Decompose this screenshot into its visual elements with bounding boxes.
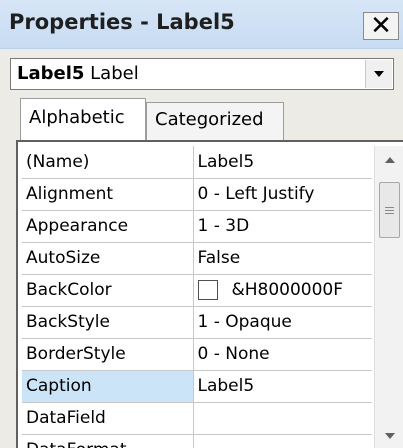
chevron-down-icon [384,433,395,439]
object-selector[interactable]: Label5 Label [10,58,394,90]
scroll-up-button[interactable] [375,146,403,174]
chevron-up-icon [384,157,395,163]
vertical-scrollbar[interactable] [374,146,403,448]
tab-alphabetic[interactable]: Alphabetic [20,98,146,140]
property-row[interactable]: AutoSize False [22,242,372,275]
property-value[interactable]: 0 - None [193,338,372,371]
object-type: Label [90,63,139,84]
property-value[interactable]: &H8000000F [193,274,372,307]
property-name: DataField [22,402,194,435]
property-name: DataFormat [22,434,194,448]
property-row[interactable]: Alignment 0 - Left Justify [22,178,372,211]
property-grid: (Name) Label5 Alignment 0 - Left Justify… [22,146,372,448]
property-name: AutoSize [22,242,194,275]
property-name: BackStyle [22,306,194,339]
title-bar[interactable]: Properties - Label5 ✕ [0,0,403,49]
property-row[interactable]: (Name) Label5 [22,146,372,179]
grip-line [385,209,394,211]
close-icon: ✕ [370,11,392,41]
property-name: Alignment [22,178,194,211]
object-selector-text: Label5 Label [17,63,139,84]
object-selector-dropdown-button[interactable] [365,60,392,88]
property-value[interactable] [193,402,372,435]
scrollbar-thumb[interactable] [379,182,400,238]
property-name: Appearance [22,210,194,243]
property-row[interactable]: Appearance 1 - 3D [22,210,372,243]
grip-line [385,212,394,214]
scroll-down-button[interactable] [375,422,403,448]
property-value[interactable]: Label5 [193,370,372,403]
property-value[interactable]: 1 - Opaque [193,306,372,339]
property-value-text: &H8000000F [231,280,344,300]
property-row[interactable]: BackStyle 1 - Opaque [22,306,372,339]
object-name: Label5 [17,63,85,84]
tab-categorized[interactable]: Categorized [146,102,284,140]
property-value[interactable]: Label5 [193,146,372,179]
property-row[interactable]: DataFormat [22,434,372,448]
property-row[interactable]: BackColor &H8000000F [22,274,372,307]
property-name: BorderStyle [22,338,194,371]
property-value[interactable]: False [193,242,372,275]
property-grid-panel: (Name) Label5 Alignment 0 - Left Justify… [16,140,403,448]
window-title: Properties - Label5 [9,10,235,34]
property-value[interactable]: 0 - Left Justify [193,178,372,211]
property-name: Caption [22,370,194,403]
property-row-selected[interactable]: Caption Label5 [22,370,372,403]
properties-window: Properties - Label5 ✕ Label5 Label Alpha… [0,0,403,448]
property-name: (Name) [22,146,194,179]
property-name: BackColor [22,274,194,307]
grip-icon [385,206,394,208]
property-row[interactable]: BorderStyle 0 - None [22,338,372,371]
property-row[interactable]: DataField [22,402,372,435]
property-value[interactable]: 1 - 3D [193,210,372,243]
property-value[interactable] [193,434,372,448]
close-button[interactable]: ✕ [363,12,399,40]
chevron-down-icon [374,71,384,77]
color-swatch [197,280,218,300]
